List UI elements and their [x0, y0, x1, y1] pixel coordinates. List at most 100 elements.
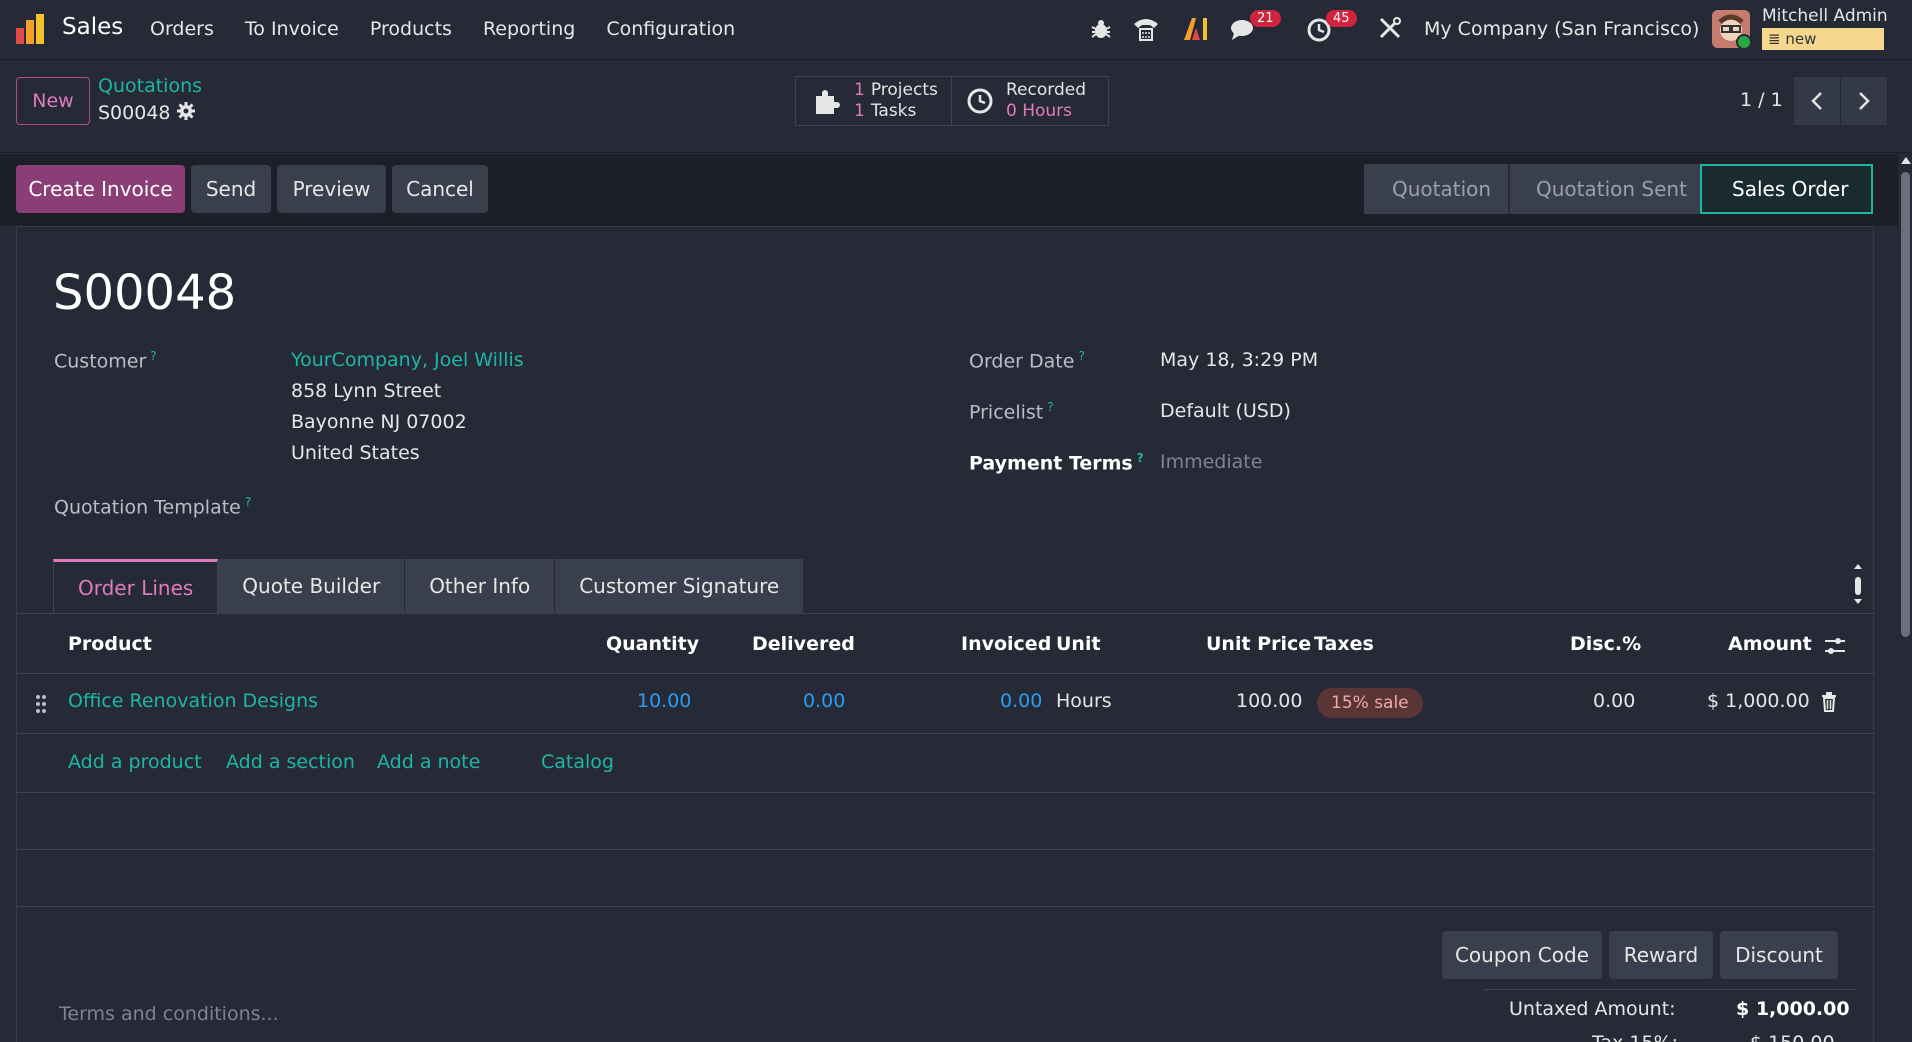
pricelist-label-text: Pricelist	[969, 401, 1044, 424]
pricelist-label: Pricelist?	[969, 400, 1054, 423]
preview-button[interactable]: Preview	[277, 165, 386, 213]
chevron-right-icon	[1859, 92, 1870, 110]
payment-terms-label: Payment Terms?	[969, 451, 1144, 474]
order-date-value[interactable]: May 18, 3:29 PM	[1160, 349, 1318, 371]
status-quotation-sent[interactable]: Quotation Sent	[1508, 164, 1700, 214]
cancel-button[interactable]: Cancel	[392, 165, 488, 213]
tab-quote-builder[interactable]: Quote Builder	[218, 559, 406, 613]
col-delivered[interactable]: Delivered	[752, 633, 855, 655]
col-amount[interactable]: Amount	[1728, 633, 1812, 655]
terms-input[interactable]: Terms and conditions...	[59, 1003, 279, 1025]
tab-other-info[interactable]: Other Info	[405, 559, 556, 613]
menu-to-invoice[interactable]: To Invoice	[245, 18, 339, 40]
projects-count: 1	[854, 80, 865, 100]
tab-order-lines[interactable]: Order Lines	[53, 559, 219, 613]
column-settings-icon[interactable]	[1823, 635, 1847, 657]
drag-handle-icon[interactable]	[35, 694, 47, 714]
page-scroll-thumb[interactable]	[1901, 172, 1910, 637]
trash-icon[interactable]	[1821, 692, 1837, 712]
reward-button[interactable]: Reward	[1609, 931, 1713, 979]
sales-app-icon[interactable]	[14, 12, 48, 46]
menu-products[interactable]: Products	[370, 18, 452, 40]
online-status-icon	[1736, 34, 1752, 50]
new-button[interactable]: New	[16, 77, 90, 125]
recorded-value: 0 Hours	[1006, 101, 1073, 121]
clock-icon	[967, 88, 993, 114]
catalog-link[interactable]: Catalog	[541, 751, 614, 773]
tab-customer-signature[interactable]: Customer Signature	[555, 559, 805, 613]
quotation-template-label: Quotation Template?	[54, 495, 251, 518]
projects-label: Projects	[870, 80, 938, 100]
smart-button-recorded[interactable]: Recorded 0 Hours	[952, 76, 1109, 126]
database-name: new	[1785, 30, 1817, 48]
user-name[interactable]: Mitchell Admin	[1762, 6, 1888, 26]
row-disc[interactable]: 0.00	[1593, 690, 1635, 712]
col-taxes[interactable]: Taxes	[1314, 633, 1374, 655]
order-title: S00048	[53, 265, 237, 321]
ai-assistant-icon[interactable]	[1182, 16, 1210, 42]
col-unit-price[interactable]: Unit Price	[1206, 633, 1311, 655]
row-quantity[interactable]: 10.00	[637, 690, 691, 712]
row-delivered[interactable]: 0.00	[803, 690, 845, 712]
row-unit-price[interactable]: 100.00	[1236, 690, 1302, 712]
row-divider	[17, 733, 1875, 734]
add-product-link[interactable]: Add a product	[68, 751, 202, 773]
status-sales-order[interactable]: Sales Order	[1700, 164, 1873, 214]
row-unit[interactable]: Hours	[1056, 690, 1112, 712]
top-navbar: Sales Orders To Invoice Products Reporti…	[0, 0, 1912, 60]
coupon-code-button[interactable]: Coupon Code	[1442, 931, 1602, 979]
breadcrumb-quotations[interactable]: Quotations	[98, 75, 202, 97]
customer-address-country: United States	[291, 442, 420, 464]
tax-tag[interactable]: 15% sale	[1317, 688, 1423, 718]
company-switcher[interactable]: My Company (San Francisco)	[1424, 18, 1699, 40]
pager-value[interactable]: 1 / 1	[1740, 89, 1783, 111]
menu-orders[interactable]: Orders	[150, 18, 214, 40]
help-tooltip-icon[interactable]: ?	[1137, 451, 1144, 465]
scroll-up-icon[interactable]	[1900, 155, 1912, 165]
tax-label: Tax 15%:	[1592, 1032, 1678, 1042]
col-invoiced[interactable]: Invoiced	[961, 633, 1051, 655]
recorded-label: Recorded	[1006, 80, 1086, 100]
menu-configuration[interactable]: Configuration	[606, 18, 735, 40]
row-amount: $ 1,000.00	[1707, 690, 1810, 712]
tools-settings-icon[interactable]	[1378, 16, 1402, 40]
help-tooltip-icon[interactable]: ?	[245, 495, 251, 509]
tax-value: $ 150.00	[1750, 1032, 1835, 1042]
status-quotation[interactable]: Quotation	[1364, 164, 1508, 214]
inner-scrollbar[interactable]	[1853, 563, 1863, 605]
customer-link[interactable]: YourCompany, Joel Willis	[291, 349, 524, 371]
col-product[interactable]: Product	[68, 633, 152, 655]
voip-phone-icon[interactable]	[1132, 16, 1160, 42]
smart-button-projects[interactable]: 1 Projects 1 Tasks	[795, 76, 952, 126]
database-icon: ≣	[1768, 30, 1781, 48]
activities-badge: 45	[1326, 10, 1357, 27]
pricelist-value[interactable]: Default (USD)	[1160, 400, 1291, 422]
discount-button[interactable]: Discount	[1720, 931, 1838, 979]
col-disc[interactable]: Disc.%	[1570, 633, 1641, 655]
send-button[interactable]: Send	[191, 165, 271, 213]
breadcrumb-current: S00048	[98, 102, 171, 124]
menu-reporting[interactable]: Reporting	[483, 18, 575, 40]
help-tooltip-icon[interactable]: ?	[1047, 400, 1053, 414]
payment-terms-input[interactable]: Immediate	[1160, 451, 1262, 473]
row-product[interactable]: Office Renovation Designs	[68, 690, 318, 712]
gear-icon[interactable]	[176, 101, 196, 121]
help-tooltip-icon[interactable]: ?	[150, 349, 156, 363]
add-section-link[interactable]: Add a section	[226, 751, 355, 773]
form-sheet: S00048 Customer? YourCompany, Joel Willi…	[16, 226, 1875, 1042]
create-invoice-button[interactable]: Create Invoice	[16, 165, 185, 213]
debug-bug-icon[interactable]	[1090, 18, 1112, 40]
help-tooltip-icon[interactable]: ?	[1078, 349, 1084, 363]
app-name[interactable]: Sales	[62, 14, 123, 40]
status-bar: Quotation Quotation Sent Sales Order	[1364, 164, 1873, 214]
database-badge: ≣ new	[1762, 28, 1884, 50]
pager-previous-button[interactable]	[1794, 77, 1840, 125]
pager-next-button[interactable]	[1841, 77, 1887, 125]
customer-address-street: 858 Lynn Street	[291, 380, 442, 402]
untaxed-value: $ 1,000.00	[1736, 998, 1850, 1020]
add-note-link[interactable]: Add a note	[377, 751, 480, 773]
col-unit[interactable]: Unit	[1056, 633, 1101, 655]
action-bar: Create Invoice Send Preview Cancel Quota…	[0, 154, 1912, 226]
row-invoiced[interactable]: 0.00	[1000, 690, 1042, 712]
col-quantity[interactable]: Quantity	[606, 633, 699, 655]
